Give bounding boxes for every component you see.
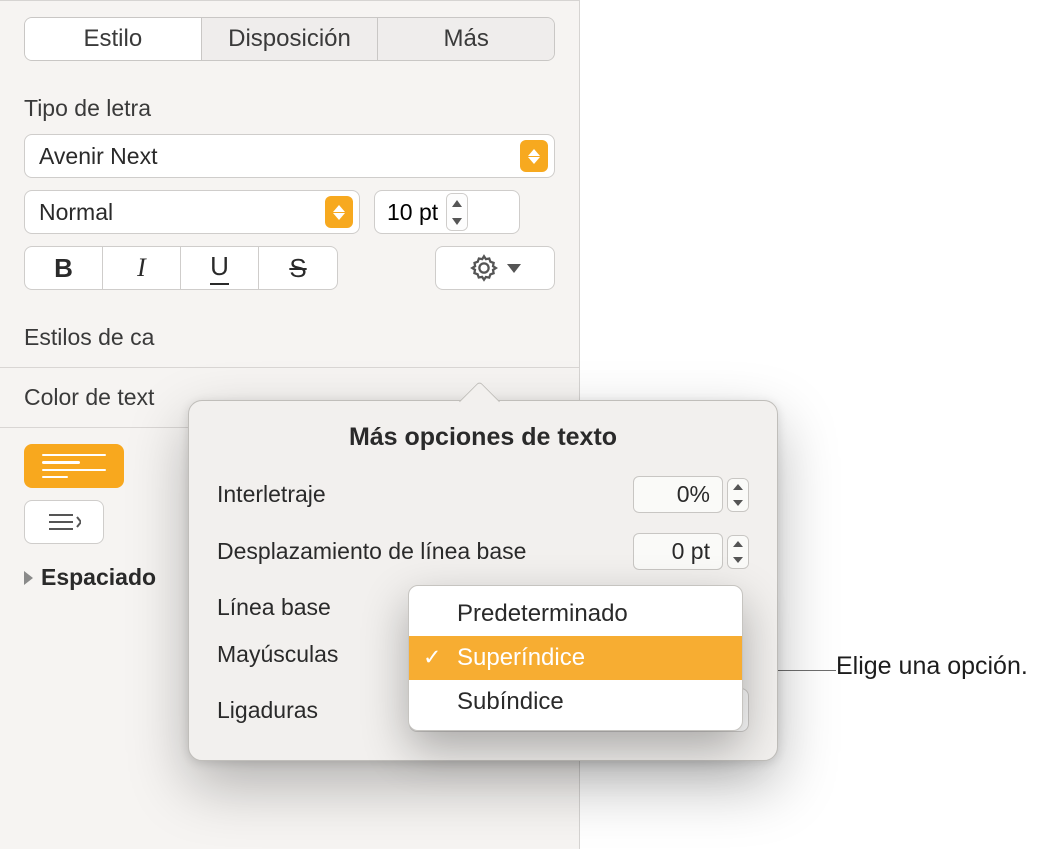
tab-style-label: Estilo [83,25,142,52]
spacing-label: Espaciado [41,564,156,591]
font-family-value: Avenir Next [39,143,157,170]
baseline-shift-label: Desplazamiento de línea base [217,538,526,565]
dropdown-icon [520,140,548,172]
baseline-option-superscript[interactable]: ✓ Superíndice [409,636,742,680]
tab-layout[interactable]: Disposición [202,18,379,60]
divider [0,367,579,368]
tab-more[interactable]: Más [378,18,554,60]
baseline-shift-row: Desplazamiento de línea base 0 pt [217,533,749,570]
advanced-text-options-button[interactable] [435,246,555,290]
baseline-option-subscript[interactable]: Subíndice [409,680,742,724]
tab-layout-label: Disposición [228,25,351,52]
align-left-button[interactable] [24,444,124,488]
font-size-stepper[interactable] [446,193,468,231]
underline-label: U [210,251,229,285]
baseline-shift-control[interactable]: 0 pt [633,533,749,570]
popover-title: Más opciones de texto [217,423,749,452]
kerning-label: Interletraje [217,481,326,508]
inspector-tabs: Estilo Disposición Más [24,17,555,61]
tab-style[interactable]: Estilo [25,18,202,60]
chevron-down-icon [507,264,521,273]
gear-icon [469,253,499,283]
baseline-label: Línea base [217,594,331,621]
font-family-select[interactable]: Avenir Next [24,134,555,178]
font-size-field[interactable]: 10 pt [374,190,520,234]
baseline-shift-down-button[interactable] [728,552,748,568]
list-icon [47,511,81,533]
kerning-down-button[interactable] [728,495,748,511]
underline-button[interactable]: U [181,247,259,289]
baseline-option-subscript-label: Subíndice [457,688,564,716]
caps-label: Mayúsculas [217,641,338,668]
baseline-option-superscript-label: Superíndice [457,644,585,672]
baseline-shift-value[interactable]: 0 pt [633,533,723,570]
italic-label: I [137,253,146,283]
check-icon: ✓ [423,644,441,670]
strike-label: S [289,253,306,284]
callout-text: Elige una opción. [836,652,1028,681]
baseline-option-default-label: Predeterminado [457,600,628,628]
baseline-shift-up-button[interactable] [728,536,748,552]
bold-label: B [54,253,73,284]
kerning-value[interactable]: 0% [633,476,723,513]
baseline-shift-stepper[interactable] [727,535,749,569]
text-style-button-group: B I U S [24,246,338,290]
font-weight-value: Normal [39,199,113,226]
dropdown-icon [325,196,353,228]
kerning-stepper[interactable] [727,478,749,512]
font-size-value: 10 pt [387,199,438,226]
font-size-up-button[interactable] [447,194,467,212]
kerning-up-button[interactable] [728,479,748,495]
font-weight-select[interactable]: Normal [24,190,360,234]
font-section-label: Tipo de letra [24,95,555,122]
italic-button[interactable]: I [103,247,181,289]
list-indent-button[interactable] [24,500,104,544]
chevron-right-icon [24,571,33,585]
font-size-down-button[interactable] [447,212,467,230]
baseline-option-default[interactable]: Predeterminado [409,592,742,636]
bold-button[interactable]: B [25,247,103,289]
kerning-row: Interletraje 0% [217,476,749,513]
baseline-dropdown-menu: Predeterminado ✓ Superíndice Subíndice [408,585,743,731]
tab-more-label: Más [444,25,489,52]
strikethrough-button[interactable]: S [259,247,337,289]
kerning-control[interactable]: 0% [633,476,749,513]
char-styles-label: Estilos de ca [24,324,555,351]
ligatures-label: Ligaduras [217,697,318,724]
